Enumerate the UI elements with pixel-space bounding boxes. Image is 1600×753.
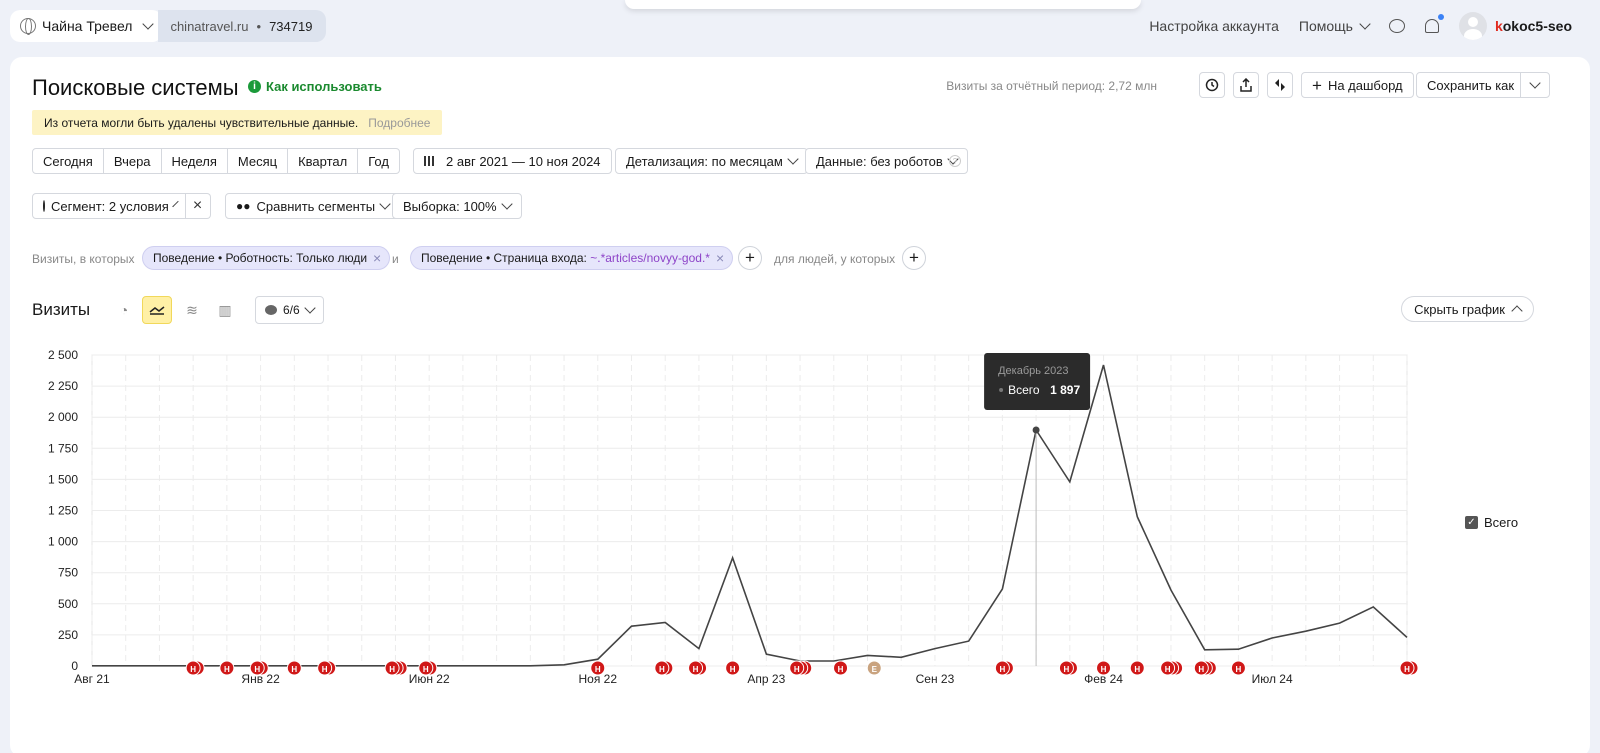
annotation-marker-label: Н xyxy=(190,665,196,674)
tooltip-series: Всего xyxy=(1008,383,1040,397)
annotation-marker-label: Н xyxy=(1101,665,1107,674)
annotation-marker-label: Н xyxy=(1404,665,1410,674)
tooltip xyxy=(984,353,1091,410)
visits-line-chart[interactable]: 0 250 500 750 1 000 1 250 1 500 1 750 2 000 2 250… xyxy=(10,57,1590,753)
annotation-marker-label: Н xyxy=(999,665,1005,674)
annotation-marker-label: Н xyxy=(1165,665,1171,674)
y-tick-label: 1 000 xyxy=(48,535,78,549)
top-bar: Чайна Тревел chinatravel.ru • 734719 Нас… xyxy=(0,0,1600,52)
annotation-marker-label: Н xyxy=(794,665,800,674)
hover-point xyxy=(1032,426,1040,434)
counter-id: 734719 xyxy=(269,18,313,34)
annotation-marker-label: Н xyxy=(224,665,230,674)
chat-icon[interactable] xyxy=(1388,19,1405,33)
annotation-marker-label: Н xyxy=(693,665,699,674)
counter-name: Чайна Тревел xyxy=(42,18,133,34)
annotation-marker-label: Н xyxy=(659,665,665,674)
annotation-marker-label: Н xyxy=(1064,665,1070,674)
chevron-down-icon xyxy=(142,18,155,30)
series-line xyxy=(92,364,1408,667)
x-tick-label: Апр 23 xyxy=(747,672,785,686)
username-first-letter: k xyxy=(1494,18,1503,34)
annotation-marker-label: Н xyxy=(1236,665,1242,674)
y-tick-label: 250 xyxy=(58,628,78,642)
user-menu[interactable]: kokoc5-seo xyxy=(1458,12,1572,40)
x-tick-label: Сен 23 xyxy=(916,672,955,686)
y-tick-label: 2 250 xyxy=(48,379,78,393)
help-menu[interactable]: Помощь xyxy=(1298,18,1371,34)
annotation-marker-label: Н xyxy=(389,665,395,674)
separator-dot: • xyxy=(256,18,262,34)
y-tick-label: 500 xyxy=(58,597,78,611)
annotation-marker-label: Н xyxy=(423,665,429,674)
chevron-down-icon xyxy=(1359,18,1371,30)
counter-selector[interactable]: Чайна Тревел chinatravel.ru • 734719 xyxy=(10,10,327,42)
y-tick-label: 1 750 xyxy=(48,441,78,455)
popup-edge xyxy=(625,0,1141,9)
annotation-marker-label: Н xyxy=(595,665,601,674)
y-tick-label: 750 xyxy=(58,566,78,580)
y-tick-label: 0 xyxy=(71,659,78,673)
annotation-marker-label: Е xyxy=(872,665,878,674)
annotation-marker-label: Н xyxy=(730,665,736,674)
legend-label: Всего xyxy=(1484,515,1519,530)
annotation-marker-label: Н xyxy=(254,665,260,674)
globe-icon xyxy=(20,18,36,35)
y-tick-label: 2 000 xyxy=(48,410,78,424)
counter-site: chinatravel.ru xyxy=(170,18,249,34)
x-tick-label: Июл 24 xyxy=(1252,672,1293,686)
counter-name-block[interactable]: Чайна Тревел xyxy=(10,10,163,42)
checkbox-checked-icon[interactable]: ✓ xyxy=(1465,516,1478,529)
username-rest: okoc5-seo xyxy=(1502,18,1572,34)
annotation-marker-label: Н xyxy=(322,665,328,674)
avatar xyxy=(1458,12,1487,40)
bell-icon[interactable] xyxy=(1424,14,1444,33)
annotation-marker-label: Н xyxy=(291,665,297,674)
x-tick-label: Авг 21 xyxy=(74,672,110,686)
report-card: Поисковые системы i Как использовать Виз… xyxy=(10,57,1590,753)
annotation-marker-label: Н xyxy=(838,665,844,674)
username: kokoc5-seo xyxy=(1495,18,1572,34)
tooltip-value: 1 897 xyxy=(1050,383,1080,397)
top-right-menu: Настройка аккаунта Помощь kokoc5-seo xyxy=(1149,10,1572,42)
annotation-marker-label: Н xyxy=(1198,665,1204,674)
help-label: Помощь xyxy=(1298,18,1353,34)
account-settings-link[interactable]: Настройка аккаунта xyxy=(1149,18,1279,34)
counter-site-block: chinatravel.ru • 734719 xyxy=(158,10,327,42)
y-tick-label: 2 500 xyxy=(48,348,78,362)
y-tick-label: 1 500 xyxy=(48,472,78,486)
tooltip-dot xyxy=(999,388,1004,392)
tooltip-month: Декабрь 2023 xyxy=(998,365,1068,377)
y-tick-label: 1 250 xyxy=(48,504,78,518)
annotation-marker-label: Н xyxy=(1134,665,1140,674)
chart-legend[interactable]: ✓ Всего xyxy=(1465,515,1518,530)
